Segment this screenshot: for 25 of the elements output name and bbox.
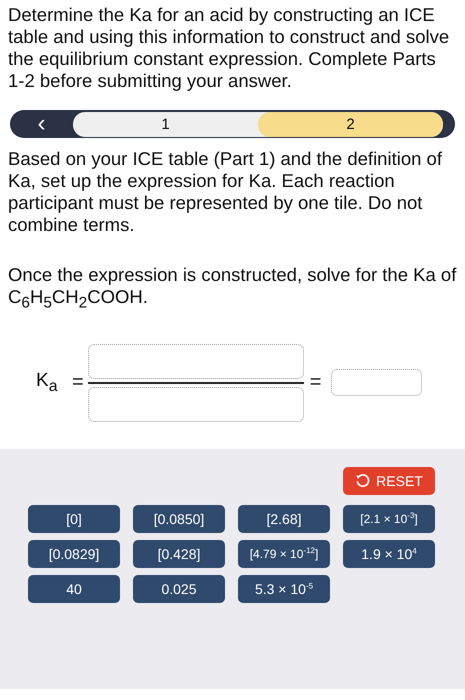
equals-sign: = [310,371,322,394]
step-tab[interactable]: 1 [73,112,258,136]
answer-tile[interactable]: [2.1 × 10$^{-3}$] [343,504,435,533]
answer-tile[interactable]: [0.428] [133,540,225,568]
answer-drop-zone[interactable] [331,369,422,396]
numerator-drop-zone[interactable] [88,344,304,379]
answer-tile[interactable]: [0] [28,504,120,533]
answer-tile[interactable]: 40 [28,574,120,603]
answer-tile[interactable]: [4.79 × 10$^{-12}$] [238,540,330,568]
instruction-text: Based on your ICE table (Part 1) and the definition of Ka, set up the expression for Ka. Each reaction participant must be represented by one tile. Do not combine terms. [8,148,443,236]
answer-tile[interactable]: 1.9 × 10$^{4}$ [343,540,435,568]
undo-icon [355,473,370,488]
back-button[interactable]: ‹ [10,111,73,137]
answer-tile[interactable]: [0.0850] [133,504,225,533]
intro-text: Determine the Ka for an acid by constructing an ICE table and using this information to construct and solve the equilibrium constant expression. Complete Parts 1-2 before submitting your answer. [8,4,450,92]
answer-tile[interactable]: [0.0829] [28,540,120,568]
answer-tile[interactable]: 0.025 [133,574,225,603]
instruction-text: Once the expression is constructed, solve for the Ka of C$_{6}$H$_{5}$CH$_{2}$COOH. [8,264,457,314]
step-tab[interactable]: 2 [258,112,443,136]
denominator-drop-zone[interactable] [88,386,304,422]
equals-sign: = [72,371,84,394]
ka-label: K$_{a}$ [36,370,58,396]
reset-button[interactable]: RESET [343,466,435,495]
answer-tile[interactable]: 5.3 × 10$^{-5}$ [238,574,330,603]
answer-tile[interactable]: [2.68] [238,504,330,533]
